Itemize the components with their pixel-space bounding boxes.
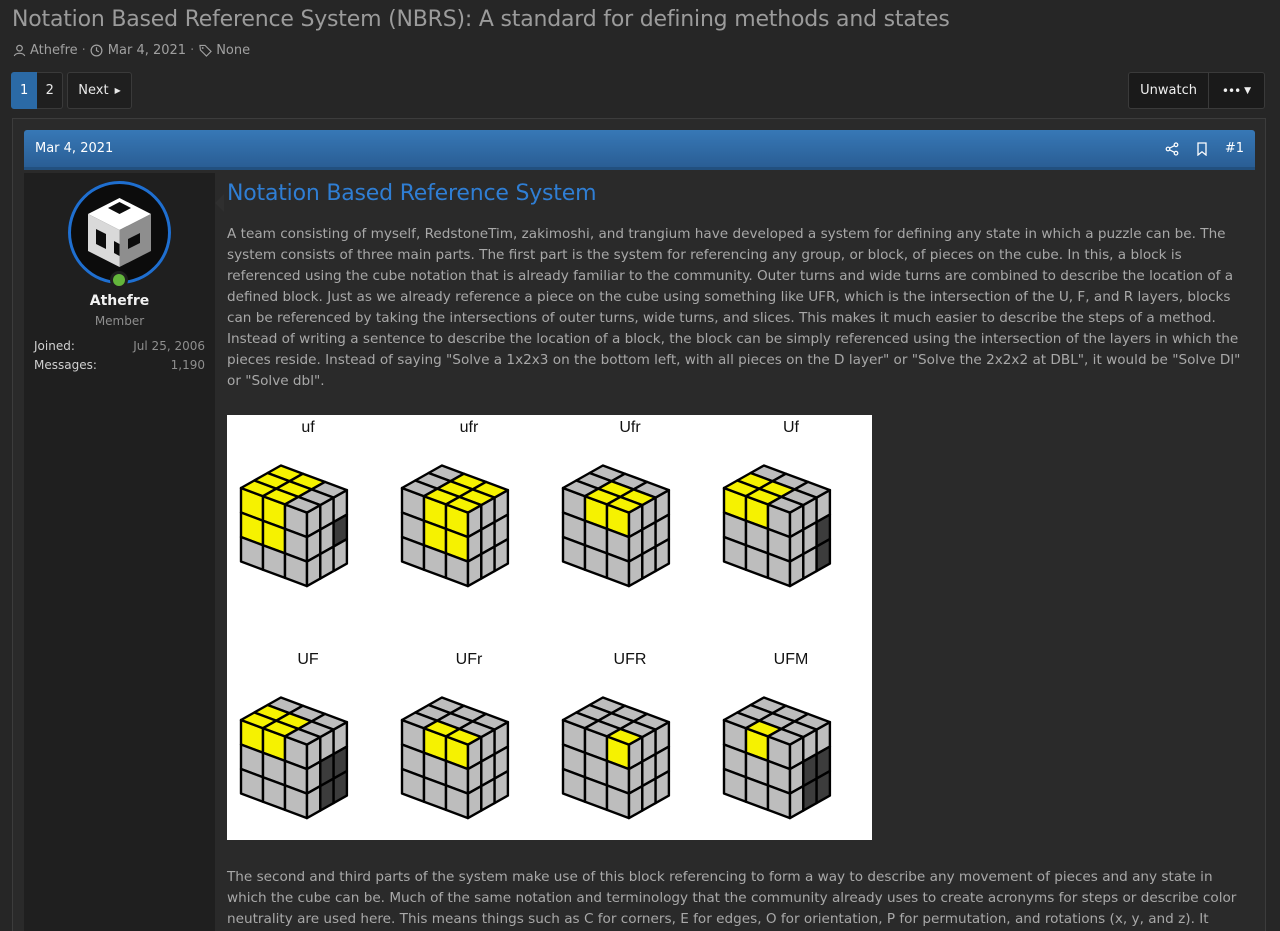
pagination: 1 2 Next ▶ <box>11 72 132 109</box>
cube-diagram-1: ufr <box>389 419 549 593</box>
thread-meta: Athefre · Mar 4, 2021 · None <box>12 43 250 58</box>
post-header: Mar 4, 2021 #1 <box>24 130 1255 170</box>
meta-separator: · <box>190 43 195 58</box>
cube-drawing <box>561 464 671 588</box>
cube-drawing <box>400 464 510 588</box>
page-1-button[interactable]: 1 <box>11 72 38 109</box>
cube-diagram-label: UF <box>297 651 319 668</box>
cube-drawing <box>400 696 510 820</box>
clock-icon <box>90 44 104 58</box>
cube-diagram-3: Uf <box>711 419 871 593</box>
thread-date-link[interactable]: Mar 4, 2021 <box>108 43 186 58</box>
cube-diagram-6: UFR <box>550 651 710 825</box>
cube-drawing <box>722 696 832 820</box>
thread-actions: Unwatch ••• ▼ <box>1128 72 1265 109</box>
cube-diagram-5: UFr <box>389 651 549 825</box>
ellipsis-icon: ••• <box>1221 83 1241 98</box>
cube-drawing <box>239 696 349 820</box>
page-2-button[interactable]: 2 <box>37 72 64 109</box>
username-link[interactable]: Athefre <box>24 293 215 309</box>
online-status-icon <box>110 271 128 289</box>
cube-diagram-7: UFM <box>711 651 871 825</box>
cube-diagram-label: uf <box>301 419 315 436</box>
cube-drawing <box>561 696 671 820</box>
joined-label: Joined: <box>34 339 75 353</box>
messages-stat: Messages: 1,190 <box>34 358 205 372</box>
cube-diagram-0: uf <box>228 419 388 593</box>
joined-value: Jul 25, 2006 <box>133 339 205 353</box>
cube-diagram-label: UFM <box>773 651 809 668</box>
cube-diagram-label: Ufr <box>619 419 641 436</box>
tag-icon <box>198 44 212 58</box>
user-icon <box>12 44 26 58</box>
post-number-link[interactable]: #1 <box>1225 141 1244 156</box>
user-column: Athefre Member Joined: Jul 25, 2006 Mess… <box>24 173 215 931</box>
cube-diagram-2: Ufr <box>550 419 710 593</box>
next-page-button[interactable]: Next ▶ <box>67 72 132 109</box>
cube-drawing <box>722 464 832 588</box>
cube-diagram-label: Uf <box>783 419 799 436</box>
messages-value[interactable]: 1,190 <box>171 358 205 372</box>
caret-down-icon: ▼ <box>1244 85 1252 96</box>
cube-diagram-label: UFr <box>455 651 483 668</box>
thread-title: Notation Based Reference System (NBRS): … <box>12 7 950 32</box>
user-title: Member <box>94 314 145 328</box>
post-paragraph-2: The second and third parts of the system… <box>227 869 1237 927</box>
more-options-button[interactable]: ••• ▼ <box>1209 72 1265 109</box>
post-paragraph-1: A team consisting of myself, RedstoneTim… <box>227 226 1241 389</box>
cube-diagram-4: UF <box>228 651 388 825</box>
meta-separator: · <box>81 43 86 58</box>
post-date-link[interactable]: Mar 4, 2021 <box>35 141 1165 156</box>
message-arrow <box>215 194 224 212</box>
caret-right-icon: ▶ <box>114 86 121 95</box>
block-notation-figure: uf ufr Ufr Uf UF UFr UFR UFM <box>227 415 872 840</box>
bookmark-icon[interactable] <box>1195 141 1209 156</box>
unwatch-button[interactable]: Unwatch <box>1128 72 1209 109</box>
next-label: Next <box>78 83 109 98</box>
post-title: Notation Based Reference System <box>227 181 597 206</box>
thread-tags: None <box>216 43 251 58</box>
post-content: Notation Based Reference System A team c… <box>227 181 1247 931</box>
joined-stat: Joined: Jul 25, 2006 <box>34 339 205 353</box>
share-icon[interactable] <box>1165 141 1179 156</box>
messages-label: Messages: <box>34 358 97 372</box>
cube-diagram-label: ufr <box>459 419 479 436</box>
post-block: Mar 4, 2021 #1 Athefre Member Joined: Ju… <box>12 118 1266 931</box>
avatar[interactable] <box>68 181 171 284</box>
thread-author-link[interactable]: Athefre <box>30 43 78 58</box>
cube-diagram-label: UFR <box>613 651 647 668</box>
cube-drawing <box>239 464 349 588</box>
